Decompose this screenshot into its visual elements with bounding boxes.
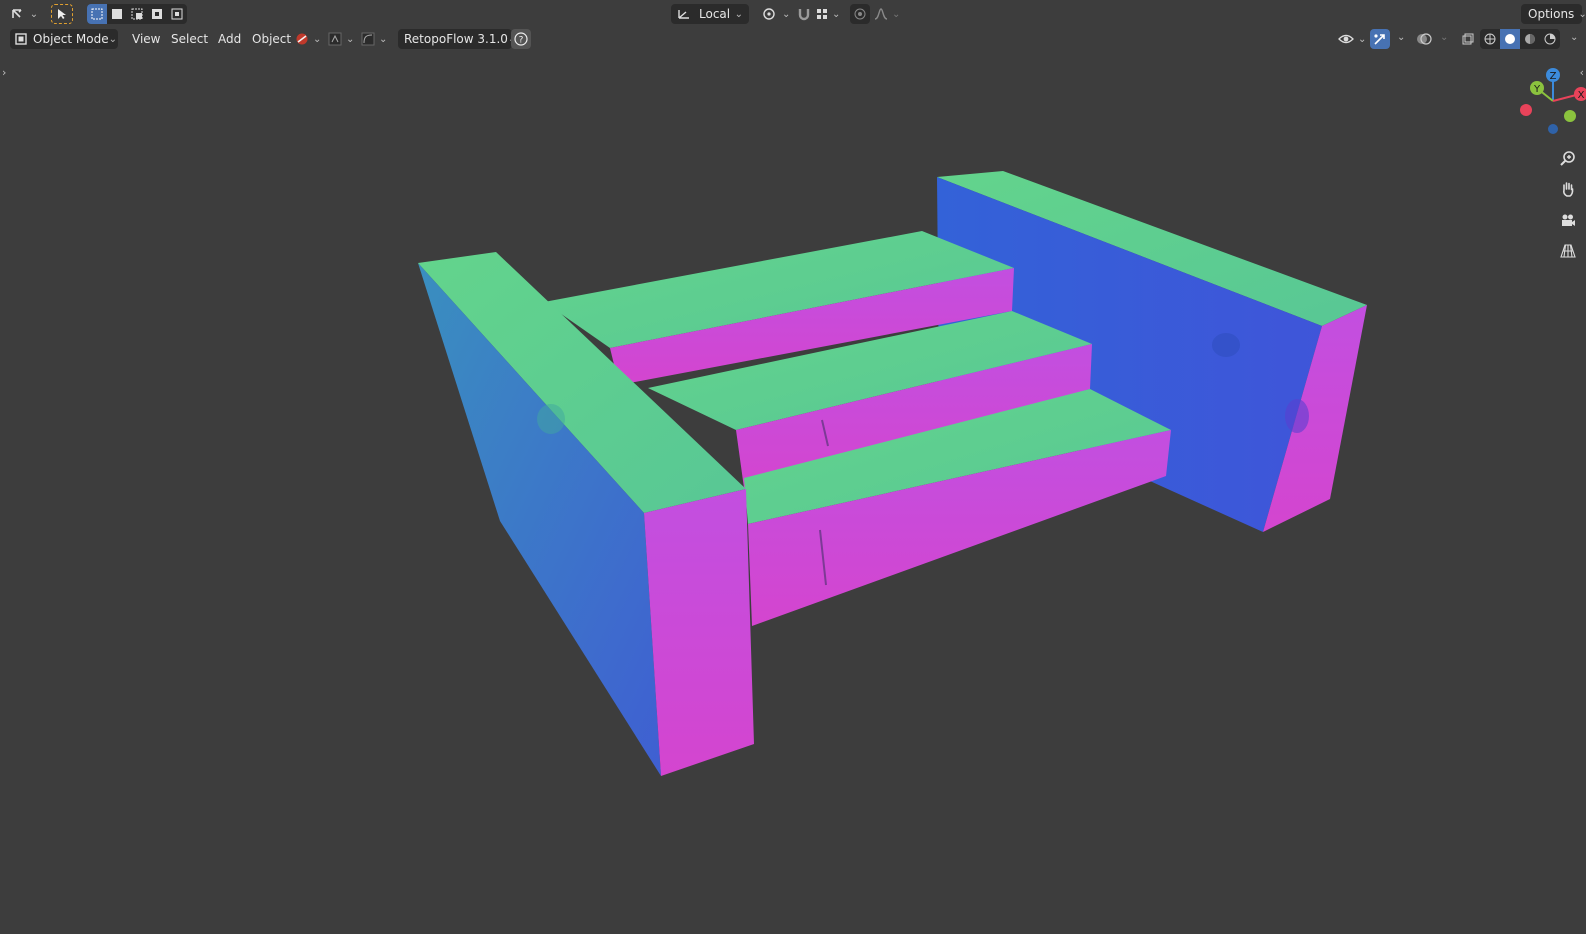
z-axis-label: Z — [1550, 71, 1557, 82]
select-subtract-icon[interactable] — [127, 4, 147, 24]
neg-z-axis-handle[interactable] — [1548, 124, 1558, 134]
select-extend-icon[interactable] — [107, 4, 127, 24]
gizmo-options-chevron[interactable]: ⌄ — [1397, 32, 1405, 43]
eye-icon — [1338, 33, 1354, 45]
editor-type-button[interactable]: ⌄ — [9, 4, 39, 24]
perspective-grid-icon — [1560, 243, 1576, 259]
chevron-down-icon: ⌄ — [1578, 8, 1586, 20]
menu-object[interactable]: Object — [245, 29, 298, 49]
camera-view-button[interactable] — [1556, 208, 1580, 232]
chevron-down-icon: ⌄ — [1358, 33, 1367, 45]
wireframe-shading-icon[interactable] — [1480, 29, 1500, 49]
falloff-curve-icon — [874, 8, 888, 20]
neg-x-axis-handle[interactable] — [1520, 104, 1532, 116]
selection-mode-group — [87, 4, 187, 24]
gizmo-icon — [1373, 32, 1387, 46]
xray-icon — [1462, 33, 1474, 45]
tool-header: ⌄ Local ⌄ ⌄ ⌄ ⌄ Options ⌄ — [0, 1, 1586, 27]
chevron-down-icon: ⌄ — [346, 33, 355, 45]
snapping-options-dropdown[interactable]: ⌄ — [326, 29, 356, 49]
select-tool-button[interactable] — [51, 4, 73, 24]
3d-viewport[interactable]: › ‹ ⌄ Local ⌄ ⌄ ⌄ ⌄ Options ⌄ Object Mod… — [0, 0, 1586, 934]
cursor-arrow-icon — [57, 8, 67, 20]
perspective-toggle-button[interactable] — [1556, 239, 1580, 263]
menu-select[interactable]: Select — [164, 29, 215, 49]
options-label: Options — [1528, 7, 1575, 21]
select-new-icon[interactable] — [87, 4, 107, 24]
toolbar-expand-arrow[interactable]: › — [2, 66, 6, 79]
menu-add[interactable]: Add — [211, 29, 248, 49]
help-button[interactable]: ? — [511, 29, 531, 49]
chevron-down-icon: ⌄ — [379, 33, 388, 45]
chevron-down-icon: ⌄ — [892, 8, 901, 20]
material-ball-icon — [295, 32, 309, 46]
curve-options-dropdown[interactable]: ⌄ — [359, 29, 389, 49]
proportional-edit-toggle[interactable] — [850, 4, 870, 24]
zoom-button[interactable] — [1556, 146, 1580, 170]
help-icon: ? — [514, 32, 528, 46]
snap-toggle-button[interactable] — [794, 4, 814, 24]
viewport-header: Object Mode ⌄ View Select Add Object ⌄ ⌄… — [0, 26, 1586, 52]
camera-icon — [1560, 212, 1576, 228]
transform-orientation-dropdown[interactable]: Local ⌄ — [671, 4, 749, 24]
chevron-down-icon: ⌄ — [29, 8, 39, 20]
x-axis-label: X — [1578, 90, 1585, 101]
chevron-down-icon: ⌄ — [832, 8, 841, 20]
y-axis-label: Y — [1533, 84, 1541, 95]
chevron-down-icon: ⌄ — [782, 8, 791, 20]
snap-target-dropdown[interactable]: ⌄ — [814, 4, 844, 24]
svg-text:?: ? — [519, 36, 524, 46]
pan-button[interactable] — [1556, 177, 1580, 201]
falloff-dropdown[interactable]: ⌄ — [872, 4, 900, 24]
retopoflow-label: RetopoFlow 3.1.0 — [404, 32, 508, 46]
shading-options-chevron[interactable]: ⌄ — [1570, 32, 1578, 43]
pan-hand-icon — [1560, 181, 1576, 197]
mode-dropdown[interactable]: Object Mode ⌄ — [10, 29, 118, 49]
material-shading-icon[interactable] — [1520, 29, 1540, 49]
retopoflow-dropdown[interactable]: RetopoFlow 3.1.0 ⌄ — [398, 29, 516, 49]
options-dropdown[interactable]: Options ⌄ — [1521, 4, 1586, 24]
visibility-dropdown[interactable]: ⌄ — [1336, 29, 1366, 49]
pivot-icon — [762, 7, 778, 21]
object-material-dropdown[interactable]: ⌄ — [293, 29, 323, 49]
proportional-edit-icon — [854, 8, 866, 20]
chevron-down-icon: ⌄ — [108, 33, 117, 45]
transform-orientation-label: Local — [699, 7, 731, 21]
zoom-icon — [1560, 150, 1576, 166]
viewport-editor-icon — [10, 7, 26, 21]
gizmo-toggle-button[interactable] — [1370, 29, 1390, 49]
chevron-down-icon: ⌄ — [734, 8, 743, 20]
overlays-toggle-button[interactable] — [1414, 29, 1434, 49]
staircase-model[interactable] — [0, 0, 1586, 934]
neg-y-axis-handle[interactable] — [1564, 110, 1576, 122]
magnet-icon — [797, 7, 811, 21]
shading-mode-group — [1480, 29, 1560, 49]
xray-toggle-button[interactable] — [1458, 29, 1478, 49]
object-mode-icon — [15, 33, 27, 45]
overlays-options-chevron[interactable]: ⌄ — [1440, 32, 1448, 43]
select-intersect-icon[interactable] — [167, 4, 187, 24]
menu-view[interactable]: View — [125, 29, 167, 49]
select-difference-icon[interactable] — [147, 4, 167, 24]
snap-grid-icon — [816, 8, 828, 20]
curve-icon — [361, 32, 375, 46]
solid-shading-icon[interactable] — [1500, 29, 1520, 49]
pivot-point-dropdown[interactable]: ⌄ — [758, 4, 791, 24]
overlays-icon — [1416, 32, 1432, 46]
snap-element-icon — [328, 32, 342, 46]
orientation-axes-icon — [677, 8, 691, 20]
chevron-down-icon: ⌄ — [313, 33, 322, 45]
navigation-gizmo[interactable]: Z Y X — [1512, 66, 1586, 146]
mode-label: Object Mode — [33, 32, 109, 46]
rendered-shading-icon[interactable] — [1540, 29, 1560, 49]
